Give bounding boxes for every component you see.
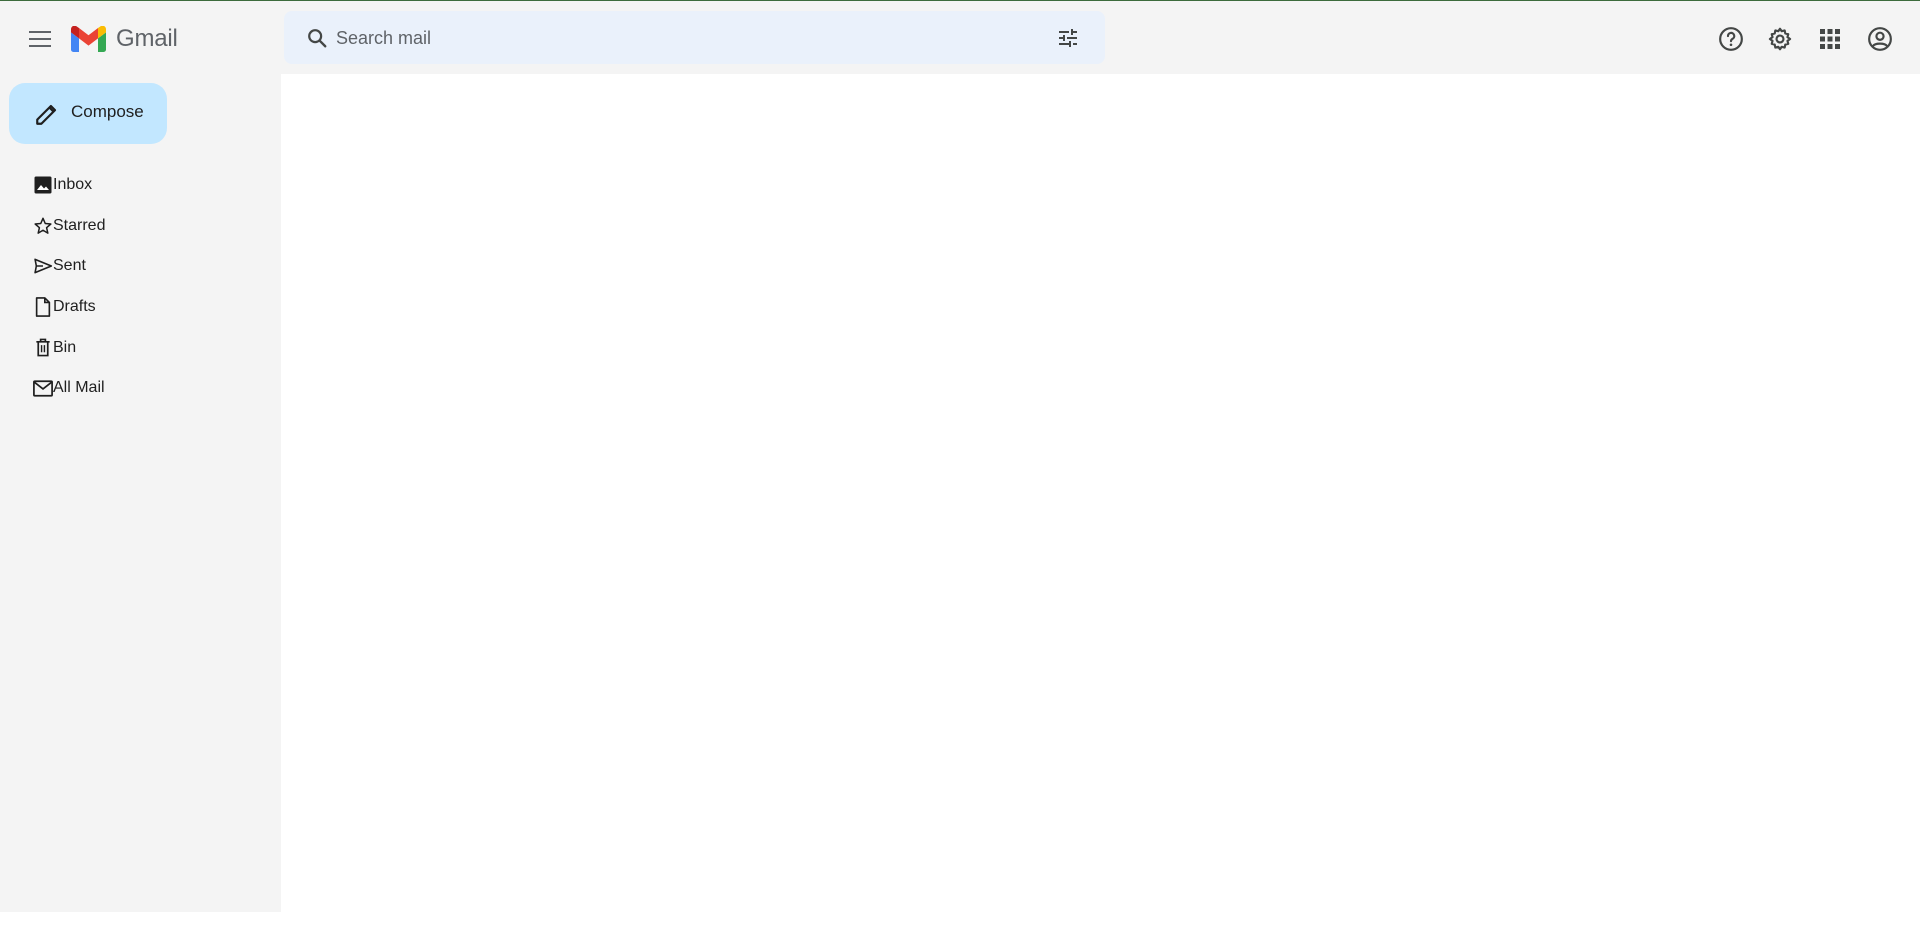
gmail-logo-text: Gmail: [116, 25, 178, 52]
settings-gear-icon: [1768, 27, 1792, 51]
gmail-m-logo-icon: [71, 26, 106, 52]
main-content-area: [281, 74, 1920, 913]
bottom-blank-area: [0, 912, 1920, 946]
sidebar-item-label: All Mail: [53, 379, 105, 397]
sidebar-item-label: Starred: [53, 216, 106, 234]
sidebar-item-inbox[interactable]: Inbox: [33, 165, 253, 206]
sidebar-item-drafts[interactable]: Drafts: [33, 287, 253, 328]
sidebar-item-label: Sent: [53, 257, 86, 275]
sidebar-item-starred[interactable]: Starred: [33, 206, 253, 247]
inbox-image-icon: [33, 175, 53, 195]
help-button[interactable]: [1717, 25, 1745, 53]
gmail-app: Gmail Search mail Compose Inbox Starred …: [0, 0, 1920, 913]
trash-icon: [33, 338, 53, 358]
sidebar-item-label: Inbox: [53, 176, 93, 194]
sidebar-item-sent[interactable]: Sent: [33, 246, 253, 287]
top-header: Gmail: [0, 1, 1920, 73]
star-icon: [33, 216, 53, 236]
compose-label: Compose: [71, 102, 144, 121]
search-input[interactable]: [334, 23, 1028, 53]
mail-icon: [33, 378, 53, 398]
tune-icon[interactable]: [1056, 26, 1080, 50]
pencil-icon: [36, 104, 57, 125]
gmail-logo[interactable]: Gmail: [71, 23, 178, 55]
sidebar-item-label: Bin: [53, 338, 77, 356]
main-menu-button[interactable]: [24, 23, 56, 55]
sidebar-item-label: Drafts: [53, 298, 96, 316]
sidebar-nav: Inbox Starred Sent Drafts Bin All Mail: [33, 165, 253, 409]
hamburger-menu-icon: [29, 31, 51, 47]
send-icon: [33, 256, 53, 276]
compose-button[interactable]: Compose: [9, 83, 167, 144]
apps-grid-icon: [1820, 29, 1840, 49]
search-icon[interactable]: [306, 27, 328, 49]
account-circle-icon: [1868, 27, 1892, 51]
help-icon: [1719, 27, 1743, 51]
sidebar-item-all-mail[interactable]: All Mail: [33, 368, 253, 409]
apps-button[interactable]: [1816, 25, 1844, 53]
sidebar-item-bin[interactable]: Bin: [33, 327, 253, 368]
account-button[interactable]: [1866, 25, 1894, 53]
draft-file-icon: [33, 297, 53, 317]
search-bar: [284, 11, 1105, 64]
settings-button[interactable]: [1766, 25, 1794, 53]
